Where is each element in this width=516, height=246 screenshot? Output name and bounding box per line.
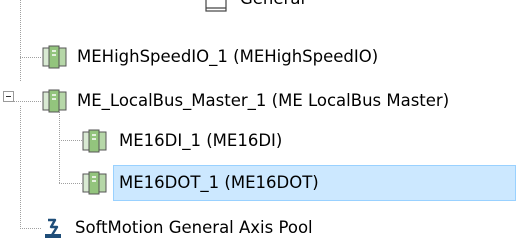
collapse-toggle-icon[interactable]	[3, 91, 14, 102]
tree-item-label: MEHighSpeedIO_1 (MEHighSpeedIO)	[77, 47, 379, 66]
tree-item-label: General	[237, 0, 308, 14]
io-module-icon	[42, 45, 68, 69]
tree-item-me16di[interactable]: ME16DI_1 (ME16DI)	[82, 124, 285, 158]
axis-pool-icon	[42, 217, 64, 239]
tree-connector	[20, 106, 21, 230]
tree-item-general[interactable]: General	[195, 0, 308, 16]
tree-connector	[20, 57, 42, 58]
tree-item-softmotion-axis-pool[interactable]: SoftMotion General Axis Pool	[42, 211, 316, 245]
tree-item-me16dot[interactable]: ME16DOT_1 (ME16DOT)	[82, 166, 322, 200]
tree-item-label: ME16DOT_1 (ME16DOT)	[119, 173, 319, 192]
tree-item-me-localbus-master[interactable]: ME_LocalBus_Master_1 (ME LocalBus Master…	[42, 84, 452, 118]
io-module-icon	[82, 129, 108, 153]
tree-connector	[20, 0, 21, 82]
tree-connector	[59, 183, 82, 184]
io-module-icon	[82, 171, 108, 195]
tree-item-label: ME_LocalBus_Master_1 (ME LocalBus Master…	[77, 91, 450, 110]
tree-connector	[59, 112, 60, 184]
tree-item-label: SoftMotion General Axis Pool	[75, 218, 313, 237]
tree-connector	[20, 228, 42, 229]
io-module-icon	[42, 89, 68, 113]
tree-item-label: ME16DI_1 (ME16DI)	[119, 131, 283, 150]
tree-connector	[59, 140, 82, 141]
tree-item-mehighspeedio[interactable]: MEHighSpeedIO_1 (MEHighSpeedIO)	[42, 40, 381, 74]
page-icon	[205, 0, 227, 12]
tree-connector	[10, 101, 42, 102]
device-tree: General MEHighSpeedIO_1 (MEHighSpeedIO)	[0, 0, 516, 246]
